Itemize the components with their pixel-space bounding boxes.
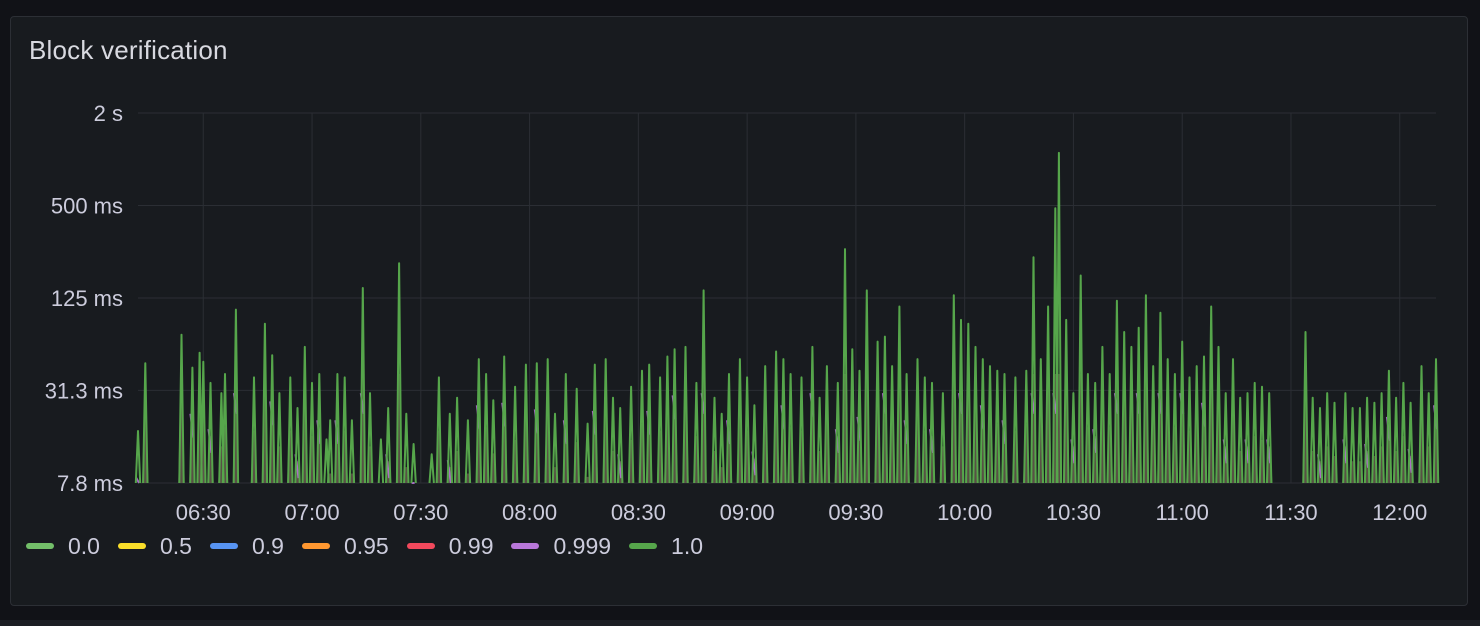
- legend-swatch: [26, 543, 54, 549]
- legend-label: 0.5: [159, 532, 192, 559]
- x-tick-label: 09:00: [720, 500, 775, 525]
- y-tick-label: 31.3 ms: [45, 378, 123, 403]
- x-tick-label: 10:00: [937, 500, 992, 525]
- x-tick-label: 07:00: [285, 500, 340, 525]
- y-axis: 2 s 500 ms 125 ms 31.3 ms 7.8 ms: [45, 101, 123, 496]
- x-tick-label: 06:30: [176, 500, 231, 525]
- legend-item-0.99[interactable]: 0.99: [406, 532, 494, 560]
- x-tick-label: 12:00: [1372, 500, 1427, 525]
- x-tick-label: 08:00: [502, 500, 557, 525]
- y-tick-label: 7.8 ms: [57, 471, 123, 496]
- y-tick-label: 2 s: [94, 101, 123, 126]
- legend-item-0.95[interactable]: 0.95: [301, 532, 389, 560]
- x-axis: 06:30 07:00 07:30 08:00 08:30 09:00 09:30 10:00…: [176, 500, 1428, 525]
- legend-item-0.9[interactable]: 0.9: [209, 532, 284, 560]
- legend-swatch: [209, 543, 238, 549]
- legend-label: 0.99: [448, 532, 494, 559]
- legend-label: 1.0: [671, 532, 704, 559]
- x-tick-label: 10:30: [1046, 500, 1101, 525]
- series-line-1.0: [134, 151, 1440, 484]
- x-tick-label: 09:30: [828, 500, 883, 525]
- legend: 0.0 0.5 0.9 0.95 0.99 0.999 1.0: [26, 530, 721, 562]
- next-panel-edge: [0, 620, 1480, 626]
- legend-swatch: [117, 543, 146, 549]
- x-tick-label: 11:30: [1264, 500, 1317, 525]
- legend-swatch: [511, 543, 540, 549]
- legend-item-1.0[interactable]: 1.0: [629, 533, 703, 560]
- legend-swatch: [406, 543, 435, 549]
- legend-label: 0.0: [68, 532, 100, 559]
- legend-item-0.999[interactable]: 0.999: [511, 533, 611, 560]
- legend-label: 0.9: [251, 532, 284, 559]
- legend-label: 0.95: [343, 532, 389, 559]
- y-tick-label: 125 ms: [51, 286, 123, 311]
- legend-label: 0.999: [553, 532, 612, 559]
- legend-item-0.0[interactable]: 0.0: [26, 533, 100, 560]
- legend-swatch: [301, 543, 330, 549]
- series: [134, 151, 1440, 484]
- legend-item-0.5[interactable]: 0.5: [117, 532, 192, 560]
- y-tick-label: 500 ms: [51, 193, 123, 218]
- x-tick-label: 11:00: [1155, 500, 1208, 525]
- legend-swatch: [629, 543, 658, 549]
- x-tick-label: 08:30: [611, 500, 666, 525]
- x-tick-label: 07:30: [393, 500, 448, 525]
